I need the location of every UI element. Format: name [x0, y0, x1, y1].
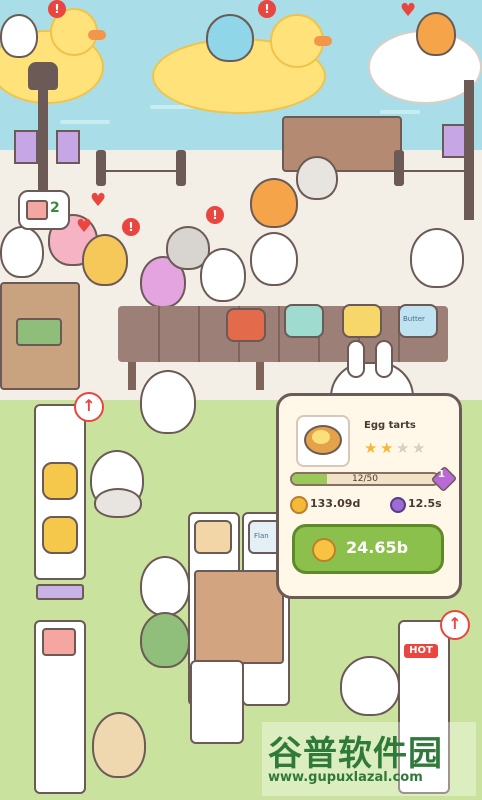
- gift-icon: [26, 200, 48, 220]
- timer-icon: [390, 497, 406, 513]
- juice-jar-2: [42, 516, 78, 554]
- white-chick-customer[interactable]: [200, 248, 246, 302]
- star-icon: ★: [364, 439, 378, 457]
- green-apron-staff[interactable]: [140, 612, 190, 668]
- orange-cat-customer[interactable]: [250, 178, 298, 228]
- blue-critter-on-float[interactable]: [206, 14, 254, 62]
- star-icon: ★: [396, 439, 410, 457]
- alert-icon[interactable]: !: [206, 206, 224, 224]
- banner-right: [442, 124, 466, 158]
- cake-slice-item: [42, 628, 76, 656]
- watermark-url: www.gupuxlazal.com: [268, 770, 423, 785]
- white-bunny-staff[interactable]: [140, 370, 196, 434]
- upgrade-arrow-button[interactable]: ↑: [440, 610, 470, 640]
- quest-bubble[interactable]: 2: [18, 190, 70, 230]
- hot-sign: HOT: [404, 644, 438, 658]
- cupcake-dish[interactable]: [284, 304, 324, 338]
- heart-icon: ♥: [76, 216, 93, 237]
- cookie-tin-dish[interactable]: Butter: [398, 304, 438, 338]
- upgrade-cost: 24.65b: [346, 538, 409, 557]
- quest-count: 2: [50, 200, 60, 216]
- juice-jar: [42, 462, 78, 500]
- fruit-bowl-dish[interactable]: [226, 308, 266, 342]
- fridge[interactable]: [190, 660, 244, 744]
- paw-coin-icon: [312, 538, 336, 562]
- white-chef-duck-staff[interactable]: [340, 656, 400, 716]
- toast-item: [194, 520, 232, 554]
- white-cat-staff[interactable]: [140, 556, 190, 616]
- grey-critter-customer[interactable]: [296, 156, 338, 200]
- sack-critter[interactable]: [92, 712, 146, 778]
- sandwich-dish[interactable]: [342, 304, 382, 338]
- heart-icon: ♥: [400, 0, 417, 21]
- alert-icon[interactable]: !: [122, 218, 140, 236]
- star-icon: ★: [412, 439, 426, 457]
- grey-dog-staff[interactable]: [94, 488, 142, 518]
- alert-icon[interactable]: !: [258, 0, 276, 18]
- judge-sheep-npc[interactable]: [410, 228, 464, 288]
- lamp-head-left: [28, 62, 58, 90]
- income-value: 133.09d: [310, 497, 361, 510]
- radio-prop: [16, 318, 62, 346]
- white-duck-customer-2[interactable]: [250, 232, 298, 286]
- panda-critter-on-float[interactable]: [0, 14, 38, 58]
- yellow-dog-customer[interactable]: [82, 234, 128, 286]
- stove-top: [194, 570, 284, 664]
- upgrade-arrow-button[interactable]: ↑: [74, 392, 104, 422]
- banner-left-2: [56, 130, 80, 164]
- gem-level: 1: [438, 469, 445, 480]
- alert-icon[interactable]: !: [48, 0, 66, 18]
- watermark-title: 谷普软件园: [268, 734, 443, 774]
- item-name: Egg tarts: [364, 420, 416, 431]
- white-duck-customer[interactable]: [0, 226, 44, 278]
- coin-icon: [290, 496, 308, 514]
- heart-icon: ♥: [90, 190, 107, 211]
- time-value: 12.5s: [408, 497, 442, 510]
- star-icon: ★: [380, 439, 394, 457]
- cookie-tin-label: Butter: [403, 315, 425, 323]
- banner-left: [14, 130, 38, 164]
- flan-label: Flan: [254, 532, 269, 540]
- orange-critter-on-float[interactable]: [416, 12, 456, 56]
- progress-text: 12/50: [352, 474, 378, 484]
